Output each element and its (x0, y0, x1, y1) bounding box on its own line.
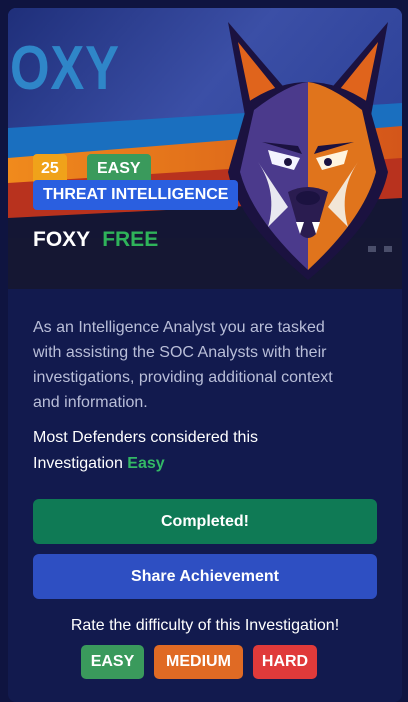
share-achievement-button[interactable]: Share Achievement (33, 554, 377, 599)
difficulty-consensus: Most Defenders considered this Investiga… (33, 425, 333, 477)
hero-banner: OXY 25 EASY THREAT INTELLIGENCE FOXY FRE… (8, 8, 402, 289)
investigation-name: FOXY (33, 228, 91, 251)
rate-easy-button[interactable]: EASY (81, 645, 144, 679)
completed-button[interactable]: Completed! (33, 499, 377, 544)
investigation-card: OXY 25 EASY THREAT INTELLIGENCE FOXY FRE… (8, 8, 402, 702)
rate-difficulty-options: EASY MEDIUM HARD (8, 645, 402, 679)
category-badge: THREAT INTELLIGENCE (33, 180, 239, 210)
rate-medium-button[interactable]: MEDIUM (154, 645, 243, 679)
rate-difficulty-prompt: Rate the difficulty of this Investigatio… (70, 617, 340, 634)
investigation-title: FOXY FREE (33, 228, 158, 252)
investigation-description: As an Intelligence Analyst you are taske… (33, 319, 333, 411)
fox-mascot-icon (228, 22, 388, 280)
price-label: FREE (102, 228, 159, 251)
consensus-level: Easy (127, 455, 165, 472)
rate-hard-button[interactable]: HARD (253, 645, 317, 679)
brand-title-text: OXY (10, 34, 120, 103)
card-body: As an Intelligence Analyst you are taske… (8, 289, 402, 702)
